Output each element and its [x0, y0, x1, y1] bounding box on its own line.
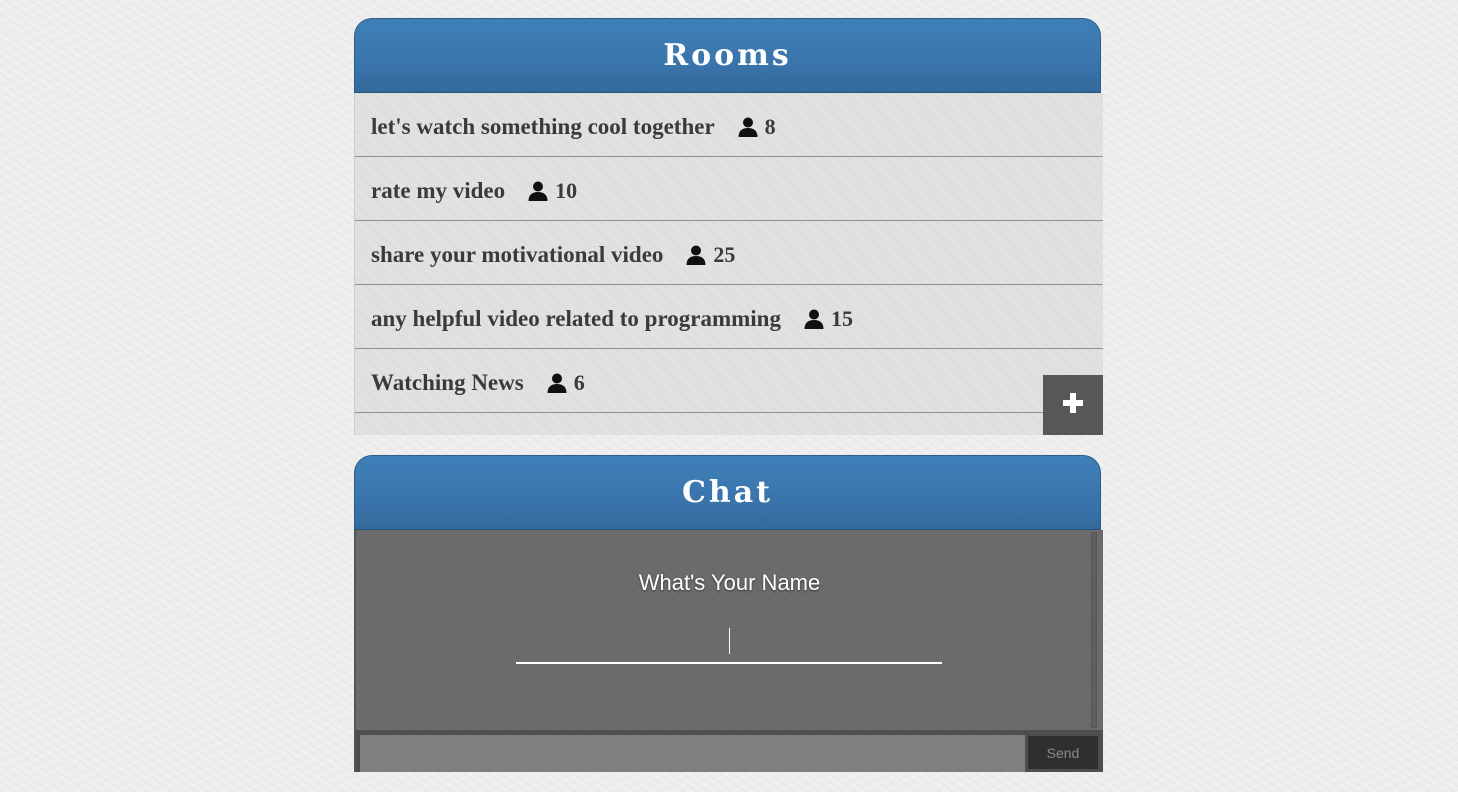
- chat-title: Chat: [682, 475, 773, 510]
- plus-icon: [1062, 392, 1084, 418]
- room-name: any helpful video related to programming: [371, 305, 781, 331]
- room-item[interactable]: let's watch something cool together 8: [355, 93, 1103, 157]
- person-icon: [803, 308, 825, 330]
- chat-header: Chat: [354, 455, 1101, 530]
- person-icon: [546, 372, 568, 394]
- room-user-count: 15: [830, 305, 853, 331]
- send-button[interactable]: Send: [1028, 736, 1098, 769]
- chat-scrollbar[interactable]: [1091, 532, 1097, 728]
- room-user-count: 25: [713, 241, 736, 267]
- message-input[interactable]: [360, 735, 1025, 772]
- rooms-list: let's watch something cool together 8 ra…: [354, 93, 1103, 435]
- person-icon: [737, 116, 759, 138]
- rooms-title: Rooms: [663, 38, 792, 73]
- room-user-count: 10: [555, 177, 578, 203]
- room-user-count: 6: [573, 369, 585, 395]
- name-prompt: What's Your Name: [638, 570, 821, 595]
- person-icon: [527, 180, 549, 202]
- text-cursor: [729, 628, 730, 654]
- add-room-button[interactable]: [1043, 375, 1103, 435]
- room-name: rate my video: [371, 177, 506, 203]
- room-name: Watching News: [371, 369, 524, 395]
- room-user-count: 8: [764, 113, 776, 139]
- room-item[interactable]: share your motivational video 25: [355, 221, 1103, 285]
- room-item[interactable]: any helpful video related to programming…: [355, 285, 1103, 349]
- chat-messages-area: What's Your Name: [354, 530, 1103, 730]
- room-name: share your motivational video: [371, 241, 664, 267]
- room-item[interactable]: Watching News 6: [355, 349, 1103, 413]
- room-name: let's watch something cool together: [371, 113, 715, 139]
- rooms-header: Rooms: [354, 18, 1101, 93]
- person-icon: [685, 244, 707, 266]
- room-item[interactable]: rate my video 10: [355, 157, 1103, 221]
- chat-footer: Send: [354, 730, 1103, 772]
